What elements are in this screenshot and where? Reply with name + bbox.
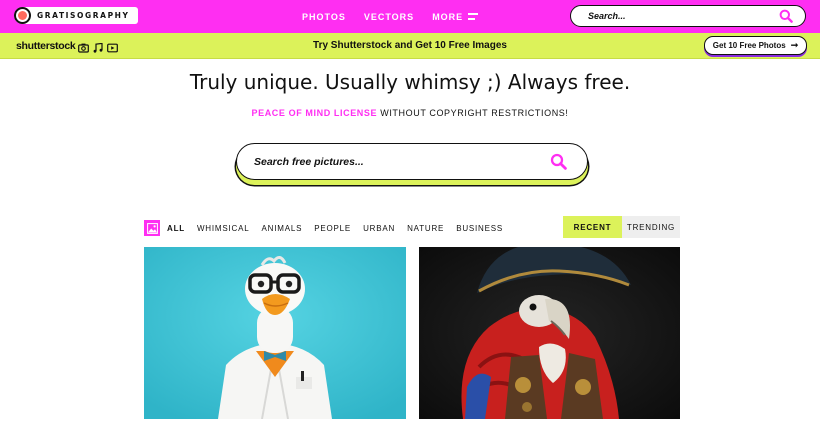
main-search-bar [236, 143, 588, 180]
category-filters: ALL WHIMSICAL ANIMALS PEOPLE URBAN NATUR… [144, 219, 515, 237]
main-search-input[interactable] [254, 155, 534, 168]
category-nature[interactable]: NATURE [407, 224, 444, 233]
category-animals[interactable]: ANIMALS [262, 224, 303, 233]
sort-recent-button[interactable]: RECENT [563, 216, 622, 238]
category-whimsical[interactable]: WHIMSICAL [197, 224, 250, 233]
sort-toggle: RECENT TRENDING [563, 216, 680, 238]
duck-illustration [144, 247, 406, 419]
nav-link-more[interactable]: MORE [432, 11, 479, 22]
category-urban[interactable]: URBAN [363, 224, 395, 233]
photo-duck-scientist[interactable] [144, 247, 406, 419]
category-all[interactable]: ALL [167, 224, 185, 233]
logo-dot-icon [14, 7, 31, 24]
shutterstock-promo-bar: shutterstock Try Shutterstock and Get 10… [0, 33, 820, 59]
license-tagline-rest: WITHOUT COPYRIGHT RESTRICTIONS! [377, 108, 569, 118]
image-icon [144, 220, 160, 236]
menu-lines-icon [468, 13, 479, 20]
search-icon[interactable] [550, 153, 567, 175]
header-search-bar [570, 5, 806, 27]
get-free-photos-button[interactable]: Get 10 Free Photos ➞ [704, 36, 807, 55]
logo-text: GRATISOGRAPHY [37, 11, 130, 20]
page-headline: Truly unique. Usually whimsy ;) Always f… [189, 70, 631, 94]
category-business[interactable]: BUSINESS [456, 224, 503, 233]
category-people[interactable]: PEOPLE [314, 224, 351, 233]
get-free-photos-label: Get 10 Free Photos [712, 41, 786, 50]
header-search-input[interactable] [588, 11, 768, 21]
nav-link-photos[interactable]: PHOTOS [302, 12, 346, 22]
search-icon[interactable] [779, 9, 793, 28]
license-link[interactable]: PEACE OF MIND LICENSE [252, 108, 378, 118]
sort-trending-button[interactable]: TRENDING [622, 216, 680, 238]
nav-links: PHOTOS VECTORS MORE [302, 0, 496, 33]
photo-pirate-parrot[interactable] [419, 247, 680, 419]
parrot-illustration [419, 247, 680, 419]
top-navbar: GRATISOGRAPHY PHOTOS VECTORS MORE [0, 0, 820, 33]
arrow-right-icon: ➞ [790, 40, 799, 50]
nav-link-more-label: MORE [432, 11, 464, 22]
promo-text: Try Shutterstock and Get 10 Free Images [313, 40, 507, 51]
license-tagline: PEACE OF MIND LICENSE WITHOUT COPYRIGHT … [0, 108, 820, 118]
gratisography-logo[interactable]: GRATISOGRAPHY [14, 7, 138, 24]
nav-link-vectors[interactable]: VECTORS [364, 12, 414, 22]
